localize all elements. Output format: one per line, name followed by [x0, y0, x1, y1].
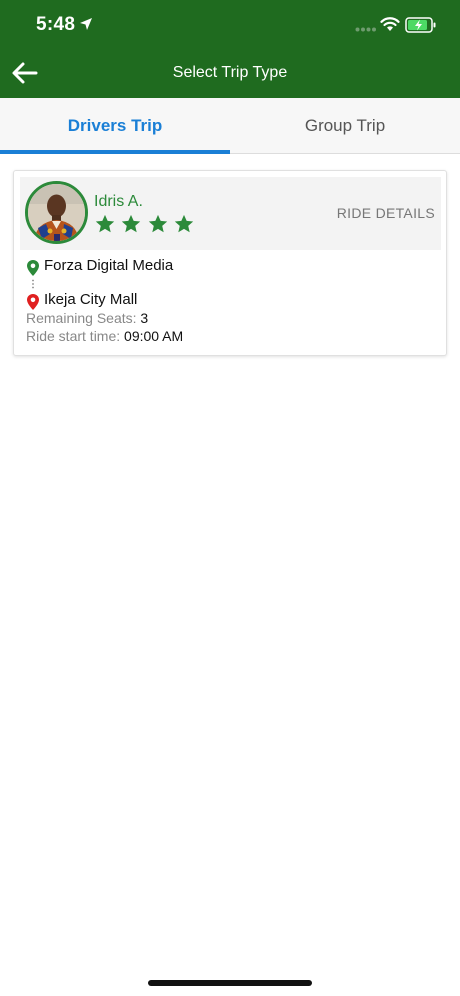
trip-card[interactable]: Idris A. RIDE DETAILS Forza Digital Medi… [13, 170, 447, 356]
star-icon [122, 214, 141, 233]
nav-bar: Select Trip Type [0, 50, 460, 98]
signal-icon [355, 27, 376, 32]
origin-label: Forza Digital Media [44, 257, 174, 274]
active-tab-indicator [0, 150, 230, 154]
driver-rating [94, 213, 195, 235]
tab-drivers-trip[interactable]: Drivers Trip [0, 98, 230, 154]
location-arrow-icon [80, 18, 92, 30]
status-bar: 5:48 [0, 0, 460, 50]
map-pin-red-icon [27, 294, 39, 310]
app-header: 5:48 Select Trip Type [0, 0, 460, 98]
tab-group-trip[interactable]: Group Trip [230, 98, 460, 154]
start-time-value: 09:00 AM [124, 328, 184, 344]
driver-name: Idris A. [94, 193, 143, 210]
destination-label: Ikeja City Mall [44, 291, 138, 308]
start-time-label: Ride start time: [26, 328, 121, 344]
map-pin-green-icon [27, 260, 39, 276]
trip-type-tabs: Drivers Trip Group Trip [0, 98, 460, 154]
remaining-seats-label: Remaining Seats: [26, 310, 137, 326]
star-icon [175, 214, 194, 233]
star-icon [148, 214, 168, 233]
battery-charging-icon [405, 17, 436, 33]
status-time: 5:48 [36, 14, 76, 35]
page-title: Select Trip Type [172, 64, 288, 81]
start-time-row: Ride start time: 09:00 AM [26, 328, 183, 344]
remaining-seats-value: 3 [140, 310, 149, 326]
wifi-icon [380, 17, 400, 31]
driver-avatar [25, 181, 88, 244]
star-icon [95, 214, 115, 233]
driver-header: Idris A. RIDE DETAILS [20, 177, 441, 250]
avatar-image [28, 184, 85, 241]
home-indicator [148, 980, 312, 986]
app-root: 5:48 Select Trip Type Drivers Trip Group… [0, 0, 460, 996]
route-connector [32, 279, 34, 289]
remaining-seats-row: Remaining Seats: 3 [26, 310, 148, 326]
ride-details-button[interactable]: RIDE DETAILS [337, 205, 435, 221]
